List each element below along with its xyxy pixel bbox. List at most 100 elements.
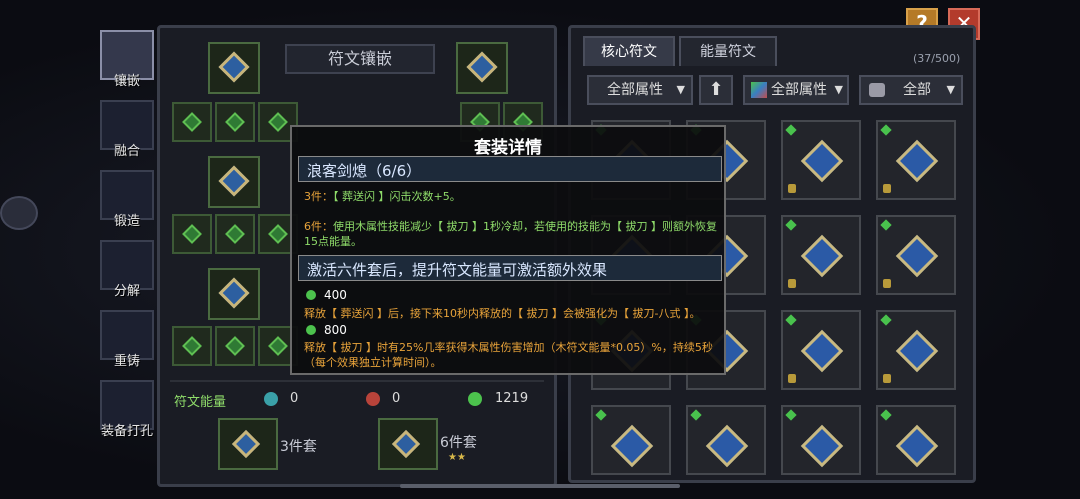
pin-icon bbox=[880, 314, 892, 326]
sort-button[interactable]: ⬆ bbox=[699, 75, 733, 105]
rune-card[interactable] bbox=[876, 215, 956, 295]
rune-icon bbox=[895, 329, 939, 373]
bonus-3pc: 3件：【 葬送闪 】闪击次数+5。 bbox=[304, 189, 714, 204]
energy-value: 0 bbox=[392, 391, 401, 406]
energy-label: 符文能量 bbox=[174, 395, 227, 410]
energy-value: 1219 bbox=[495, 391, 529, 406]
rune-icon bbox=[800, 424, 844, 468]
set-detail-popup: 套装详情 浪客剑熄（6/6） 3件：【 葬送闪 】闪击次数+5。 6件：使用木属… bbox=[290, 125, 726, 375]
tab-core-runes[interactable]: 核心符文 bbox=[583, 36, 675, 66]
nav-recast[interactable]: 重铸 bbox=[98, 310, 156, 372]
rune-card[interactable] bbox=[876, 310, 956, 390]
wood-energy-icon bbox=[306, 290, 316, 300]
gem-icon bbox=[182, 224, 202, 244]
core-rune-slot[interactable] bbox=[456, 42, 508, 94]
gem-icon bbox=[182, 336, 202, 356]
rune-icon bbox=[705, 424, 749, 468]
set6-label: 6件套 bbox=[440, 435, 477, 451]
element-filter-dropdown[interactable]: 全部属性 ▼ bbox=[743, 75, 849, 105]
lock-icon bbox=[788, 184, 796, 193]
chevron-down-icon: ▼ bbox=[834, 83, 843, 96]
bonus-text: 使用木属性技能减少【 拔刀 】1秒冷却，若使用的技能为【 拔刀 】则额外恢复15… bbox=[304, 220, 717, 248]
nav-fuse[interactable]: 融合 bbox=[98, 100, 156, 162]
energy-rune-slot[interactable] bbox=[215, 214, 255, 254]
popup-title: 套装详情 bbox=[474, 138, 542, 158]
rune-icon bbox=[391, 429, 421, 459]
energy-row: 符文能量 0 0 1219 bbox=[170, 380, 544, 416]
rune-card[interactable] bbox=[781, 215, 861, 295]
bonus-prefix: 6件： bbox=[304, 220, 333, 233]
tier-800: 800 bbox=[306, 323, 347, 337]
lock-icon bbox=[883, 374, 891, 383]
pin-icon bbox=[880, 124, 892, 136]
rune-count: (37/500) bbox=[913, 52, 961, 65]
nav-decompose[interactable]: 分解 bbox=[98, 240, 156, 302]
energy-rune-slot[interactable] bbox=[172, 102, 212, 142]
nav-label: 分解 bbox=[113, 284, 140, 299]
rune-icon bbox=[218, 51, 250, 83]
mask-icon bbox=[869, 83, 885, 97]
dropdown-label: 全部属性 bbox=[771, 82, 827, 98]
pin-icon bbox=[785, 409, 797, 421]
set6-button[interactable] bbox=[378, 418, 438, 470]
pin-icon bbox=[880, 409, 892, 421]
nav-inlay[interactable]: 镶嵌 bbox=[98, 30, 156, 92]
fire-energy-icon bbox=[366, 392, 380, 406]
lock-icon bbox=[788, 279, 796, 288]
nav-label: 融合 bbox=[113, 144, 140, 159]
pin-icon bbox=[880, 219, 892, 231]
core-rune-slot[interactable] bbox=[208, 156, 260, 208]
attribute-filter-dropdown[interactable]: 全部属性 ▼ bbox=[587, 75, 693, 105]
tier-400-text: 释放【 葬送闪 】后，接下来10秒内释放的【 拔刀 】会被强化为【 拔刀-八式 … bbox=[304, 307, 701, 320]
energy-rune-slot[interactable] bbox=[215, 102, 255, 142]
nav-socket[interactable]: 装备打孔 bbox=[98, 380, 160, 442]
energy-value: 0 bbox=[290, 391, 299, 406]
pin-icon bbox=[785, 219, 797, 231]
rune-icon bbox=[610, 424, 654, 468]
rune-card[interactable] bbox=[686, 405, 766, 475]
activate-bar: 激活六件套后，提升符文能量可激活额外效果 bbox=[298, 255, 722, 281]
activate-header: 激活六件套后，提升符文能量可激活额外效果 bbox=[307, 261, 608, 279]
rune-card[interactable] bbox=[781, 405, 861, 475]
gem-icon bbox=[225, 112, 245, 132]
lock-icon bbox=[788, 374, 796, 383]
core-rune-slot[interactable] bbox=[208, 42, 260, 94]
home-indicator bbox=[400, 484, 680, 488]
bonus-6pc: 6件：使用木属性技能减少【 拔刀 】1秒冷却，若使用的技能为【 拔刀 】则额外恢… bbox=[304, 219, 718, 249]
set-name-bar: 浪客剑熄（6/6） bbox=[298, 156, 722, 182]
dropdown-label: 全部属性 bbox=[607, 82, 663, 98]
nav-label: 锻造 bbox=[113, 214, 140, 229]
type-filter-dropdown[interactable]: 全部 ▼ bbox=[859, 75, 963, 105]
rune-icon bbox=[895, 234, 939, 278]
rune-icon bbox=[231, 429, 261, 459]
set6-stars: ★★ bbox=[448, 452, 466, 463]
energy-rune-slot[interactable] bbox=[172, 326, 212, 366]
chevron-down-icon: ▼ bbox=[946, 83, 955, 96]
gem-icon bbox=[268, 224, 288, 244]
rune-card[interactable] bbox=[876, 405, 956, 475]
nav-label: 装备打孔 bbox=[100, 424, 153, 439]
rune-card[interactable] bbox=[876, 120, 956, 200]
tier-800-text: 释放【 拔刀 】时有25%几率获得木属性伤害增加（木符文能量*0.05）%，持续… bbox=[304, 341, 713, 369]
water-energy-icon bbox=[264, 392, 278, 406]
panel-title: 符文镶嵌 bbox=[285, 44, 435, 74]
rune-icon bbox=[466, 51, 498, 83]
set3-button[interactable] bbox=[218, 418, 278, 470]
nav-forge[interactable]: 锻造 bbox=[98, 170, 156, 232]
rune-card[interactable] bbox=[781, 120, 861, 200]
gem-icon bbox=[182, 112, 202, 132]
energy-rune-slot[interactable] bbox=[215, 326, 255, 366]
tier-value: 400 bbox=[324, 288, 347, 302]
element-icon bbox=[751, 82, 767, 98]
rune-icon bbox=[800, 139, 844, 183]
gem-icon bbox=[268, 112, 288, 132]
core-rune-slot[interactable] bbox=[208, 268, 260, 320]
nav-label: 镶嵌 bbox=[113, 74, 140, 89]
energy-rune-slot[interactable] bbox=[172, 214, 212, 254]
rune-card[interactable] bbox=[591, 405, 671, 475]
wood-energy-icon bbox=[306, 325, 316, 335]
lock-icon bbox=[883, 279, 891, 288]
tab-energy-runes[interactable]: 能量符文 bbox=[679, 36, 777, 66]
chat-bubble-icon[interactable] bbox=[0, 196, 38, 230]
rune-card[interactable] bbox=[781, 310, 861, 390]
